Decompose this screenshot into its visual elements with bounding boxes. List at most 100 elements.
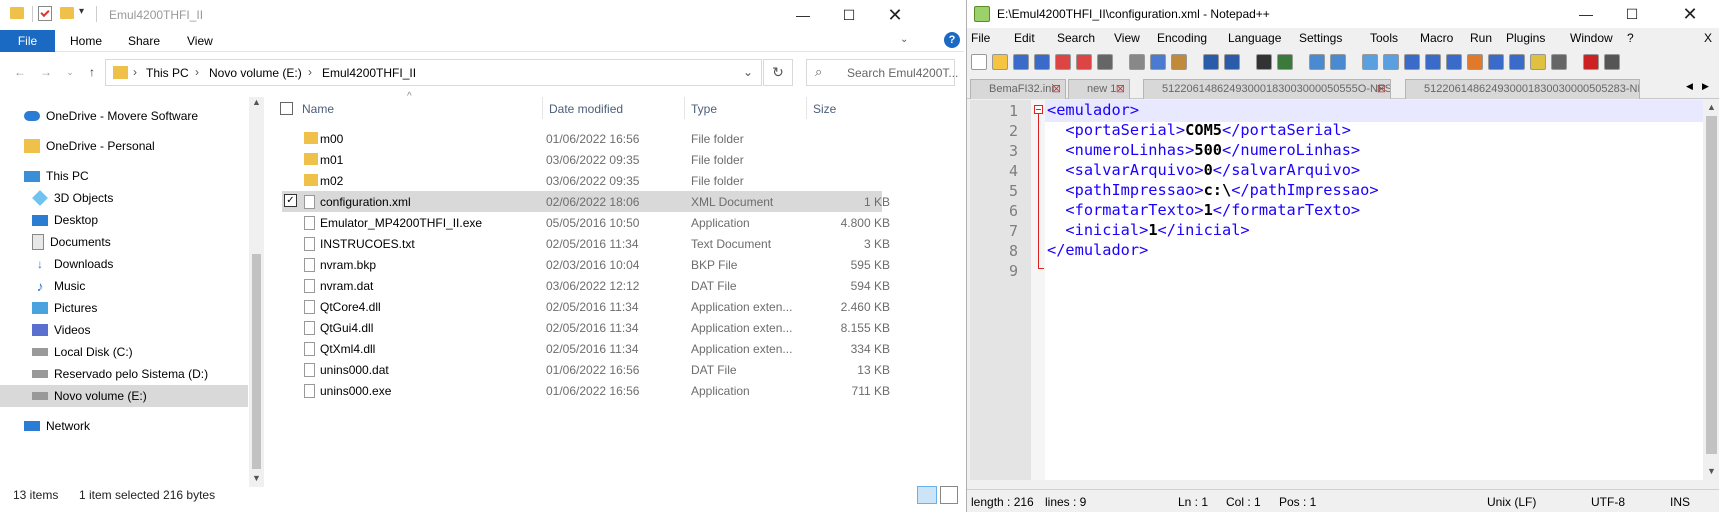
- column-name[interactable]: Name: [302, 102, 334, 126]
- find-icon[interactable]: [1256, 54, 1272, 70]
- address-bar[interactable]: › This PC › Novo volume (E:) › Emul4200T…: [105, 59, 762, 86]
- udl-icon[interactable]: [1467, 54, 1483, 70]
- scrollbar-thumb[interactable]: [1706, 116, 1717, 454]
- code-editor[interactable]: 123456789 <emulador> <portaSerial>COM5</…: [970, 100, 1703, 480]
- breadcrumb-drive[interactable]: Novo volume (E:): [209, 66, 302, 80]
- breadcrumb-folder[interactable]: Emul4200THFI_II: [322, 66, 416, 80]
- zoom-out-icon[interactable]: [1330, 54, 1346, 70]
- menu-language[interactable]: Language: [1228, 31, 1281, 51]
- file-row[interactable]: unins000.dat 01/06/2022 16:56 DAT File 13 K…: [282, 359, 890, 380]
- close-all-icon[interactable]: [1076, 54, 1092, 70]
- recent-locations-icon[interactable]: ⌄: [58, 60, 82, 84]
- record-macro-icon[interactable]: [1583, 54, 1599, 70]
- nav-videos[interactable]: Videos: [0, 319, 248, 341]
- nav-pictures[interactable]: Pictures: [0, 297, 248, 319]
- select-all-checkbox[interactable]: [280, 102, 293, 115]
- file-row[interactable]: m01 03/06/2022 09:35 File folder: [282, 149, 882, 170]
- nav-network[interactable]: Network: [0, 415, 248, 437]
- save-icon[interactable]: [1013, 54, 1029, 70]
- cut-icon[interactable]: [1129, 54, 1145, 70]
- nav-this-pc[interactable]: This PC: [0, 165, 248, 187]
- sync-vertical-icon[interactable]: [1362, 54, 1378, 70]
- nav-downloads[interactable]: ↓ Downloads: [0, 253, 248, 275]
- close-button[interactable]: ✕: [872, 0, 918, 30]
- menu-settings[interactable]: Settings: [1299, 31, 1342, 51]
- open-file-icon[interactable]: [992, 54, 1008, 70]
- menu-edit[interactable]: Edit: [1014, 31, 1035, 51]
- sync-horizontal-icon[interactable]: [1383, 54, 1399, 70]
- save-all-icon[interactable]: [1034, 54, 1050, 70]
- show-all-chars-icon[interactable]: [1425, 54, 1441, 70]
- npp-close-button[interactable]: ✕: [1667, 0, 1713, 29]
- minimize-button[interactable]: —: [780, 0, 826, 30]
- print-icon[interactable]: [1097, 54, 1113, 70]
- menu-file[interactable]: File: [971, 31, 990, 51]
- help-icon[interactable]: ?: [944, 32, 960, 48]
- nav-onedrive-movere[interactable]: OneDrive - Movere Software: [0, 105, 248, 127]
- properties-icon[interactable]: [38, 6, 52, 21]
- file-row[interactable]: Emulator_MP4200THFI_II.exe 05/05/2016 10:…: [282, 212, 890, 233]
- stop-macro-icon[interactable]: [1604, 54, 1620, 70]
- tab-file[interactable]: File: [0, 30, 55, 52]
- editor-scrollbar[interactable]: ▲ ▼: [1703, 100, 1719, 480]
- back-button[interactable]: ←: [8, 60, 32, 84]
- tab-close-icon[interactable]: ⊠: [1116, 80, 1125, 99]
- folder-workspace-icon[interactable]: [1530, 54, 1546, 70]
- file-row[interactable]: ✓ configuration.xml 02/06/2022 18:06 XML Do…: [282, 191, 890, 212]
- tab-close-icon[interactable]: ⊠: [1052, 80, 1061, 99]
- file-row[interactable]: INSTRUCOES.txt 02/05/2016 11:34 Text Docum…: [282, 233, 890, 254]
- npp-maximize-button[interactable]: ☐: [1609, 0, 1655, 29]
- new-folder-icon[interactable]: [60, 7, 74, 19]
- scrollbar-thumb[interactable]: [252, 254, 261, 469]
- tab-nfse-2[interactable]: 51220614862493000183003000050528​3-NFSe.…: [1405, 79, 1640, 99]
- file-row[interactable]: unins000.exe 01/06/2022 16:56 Application 7…: [282, 380, 890, 401]
- nav-desktop[interactable]: Desktop: [0, 209, 248, 231]
- zoom-in-icon[interactable]: [1309, 54, 1325, 70]
- paste-icon[interactable]: [1171, 54, 1187, 70]
- menu-view[interactable]: View: [1114, 31, 1140, 51]
- nav-music[interactable]: ♪ Music: [0, 275, 248, 297]
- menu-macro[interactable]: Macro: [1420, 31, 1453, 51]
- address-dropdown-icon[interactable]: ⌄: [743, 65, 753, 79]
- word-wrap-icon[interactable]: [1404, 54, 1420, 70]
- file-row[interactable]: nvram.dat 03/06/2022 12:12 DAT File 594 KB: [282, 275, 890, 296]
- replace-icon[interactable]: [1277, 54, 1293, 70]
- menu-close-x[interactable]: X: [1704, 31, 1712, 45]
- search-input[interactable]: ⌕ Search Emul4200T...: [806, 59, 958, 86]
- row-checkbox[interactable]: ✓: [284, 194, 297, 207]
- nav-local-disk-c[interactable]: Local Disk (C:): [0, 341, 248, 363]
- nav-onedrive-personal[interactable]: OneDrive - Personal: [0, 135, 248, 157]
- file-row[interactable]: nvram.bkp 02/03/2016 10:04 BKP File 595 KB: [282, 254, 890, 275]
- tab-bemafi32[interactable]: BemaFI32.ini ⊠: [970, 79, 1066, 99]
- menu-tools[interactable]: Tools: [1370, 31, 1398, 51]
- nav-reservado-d[interactable]: Reservado pelo Sistema (D:): [0, 363, 248, 385]
- menu-window[interactable]: Window: [1570, 31, 1613, 51]
- tab-share[interactable]: Share: [116, 30, 172, 52]
- tab-scroll-left-icon[interactable]: ◀: [1686, 81, 1693, 92]
- tab-nfse-1[interactable]: 51220614862493000183003000050555O-NFSe.x…: [1143, 79, 1391, 99]
- undo-icon[interactable]: [1203, 54, 1219, 70]
- menu-encoding[interactable]: Encoding: [1157, 31, 1207, 51]
- column-type[interactable]: Type: [691, 102, 717, 126]
- menu-search[interactable]: Search: [1057, 31, 1095, 51]
- refresh-button[interactable]: ↻: [763, 59, 793, 86]
- npp-minimize-button[interactable]: —: [1563, 0, 1609, 29]
- monitoring-icon[interactable]: [1551, 54, 1567, 70]
- column-size[interactable]: Size: [813, 102, 836, 126]
- file-row[interactable]: m00 01/06/2022 16:56 File folder: [282, 128, 882, 149]
- tab-new-1[interactable]: new 1 ⊠: [1068, 79, 1130, 99]
- tab-home[interactable]: Home: [58, 30, 114, 52]
- file-row[interactable]: QtXml4.dll 02/05/2016 11:34 Application ex…: [282, 338, 890, 359]
- file-row[interactable]: QtCore4.dll 02/05/2016 11:34 Application e…: [282, 296, 890, 317]
- column-date-modified[interactable]: Date modified: [549, 102, 623, 126]
- menu-run[interactable]: Run: [1470, 31, 1492, 51]
- nav-novo-volume-e[interactable]: Novo volume (E:): [0, 385, 248, 407]
- quick-access-dropdown-icon[interactable]: ▾: [79, 6, 84, 17]
- breadcrumb-this-pc[interactable]: This PC: [146, 66, 189, 80]
- up-button[interactable]: ↑: [80, 60, 104, 84]
- fold-collapse-icon[interactable]: [1034, 105, 1043, 114]
- doc-map-icon[interactable]: [1488, 54, 1504, 70]
- file-row[interactable]: m02 03/06/2022 09:35 File folder: [282, 170, 882, 191]
- new-file-icon[interactable]: [971, 54, 987, 70]
- details-view-icon[interactable]: [917, 486, 937, 504]
